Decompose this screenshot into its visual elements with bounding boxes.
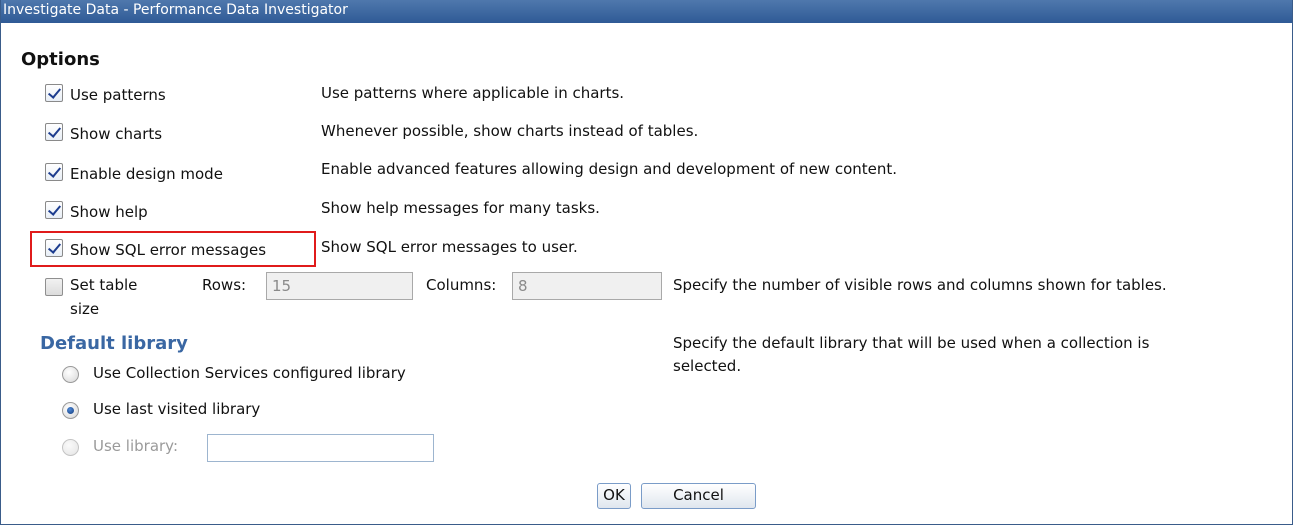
show-charts-description: Whenever possible, show charts instead o…	[321, 122, 699, 140]
show-charts-checkbox[interactable]	[45, 123, 63, 141]
options-heading: Options	[21, 49, 100, 70]
enable-design-mode-label: Enable design mode	[70, 165, 223, 183]
use-library-label: Use library:	[93, 437, 179, 455]
use-patterns-checkbox[interactable]	[45, 84, 63, 102]
show-charts-label: Show charts	[70, 125, 163, 143]
show-help-checkbox[interactable]	[45, 201, 63, 219]
window-title: Investigate Data - Performance Data Inve…	[1, 0, 1292, 23]
default-library-description-line2: selected.	[673, 357, 742, 375]
library-input[interactable]	[207, 434, 434, 462]
use-patterns-label: Use patterns	[70, 86, 166, 104]
last-visited-library-radio[interactable]	[62, 402, 79, 419]
show-sql-error-messages-label: Show SQL error messages	[70, 241, 267, 259]
collection-services-library-label: Use Collection Services configured libra…	[93, 364, 406, 382]
show-help-label: Show help	[70, 203, 148, 221]
columns-input[interactable]: 8	[512, 272, 662, 300]
rows-label: Rows:	[202, 276, 247, 294]
show-sql-error-messages-checkbox[interactable]	[45, 239, 63, 257]
set-table-size-label-line1: Set table	[70, 276, 138, 294]
ok-button[interactable]: OK	[597, 483, 631, 509]
show-sql-error-messages-description: Show SQL error messages to user.	[321, 238, 578, 256]
enable-design-mode-checkbox[interactable]	[45, 163, 63, 181]
use-patterns-description: Use patterns where applicable in charts.	[321, 84, 625, 102]
default-library-description-line1: Specify the default library that will be…	[673, 334, 1150, 352]
set-table-size-checkbox[interactable]	[45, 278, 63, 296]
enable-design-mode-description: Enable advanced features allowing design…	[321, 160, 898, 178]
collection-services-library-radio[interactable]	[62, 366, 79, 383]
default-library-heading: Default library	[40, 333, 188, 354]
show-help-description: Show help messages for many tasks.	[321, 199, 600, 217]
table-size-description: Specify the number of visible rows and c…	[673, 276, 1167, 294]
dialog-window: Investigate Data - Performance Data Inve…	[0, 0, 1293, 525]
set-table-size-label-line2: size	[70, 300, 100, 318]
last-visited-library-label: Use last visited library	[93, 400, 261, 418]
cancel-button[interactable]: Cancel	[641, 483, 756, 509]
use-library-radio[interactable]	[62, 439, 79, 456]
rows-input[interactable]: 15	[266, 272, 413, 300]
columns-label: Columns:	[426, 276, 497, 294]
